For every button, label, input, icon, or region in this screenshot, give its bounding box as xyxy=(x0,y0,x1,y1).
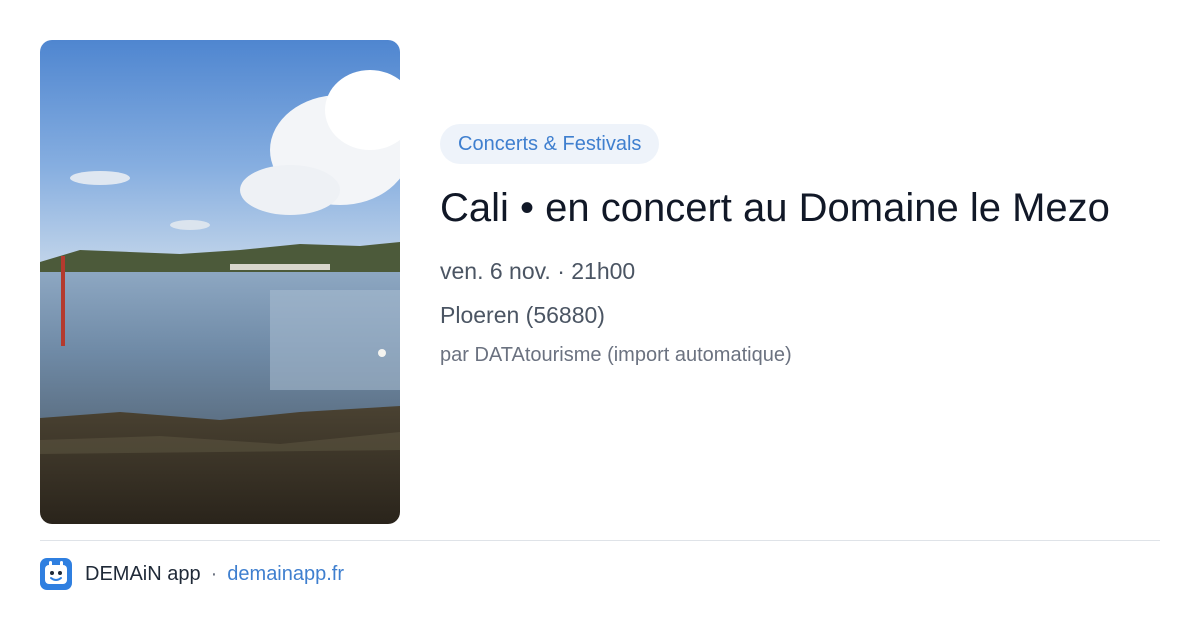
event-datetime: ven. 6 nov. · 21h00 xyxy=(440,258,636,284)
event-title[interactable]: Cali • en concert au Domaine le Mezo xyxy=(440,182,1160,235)
footer: DEMAiN app · demainapp.fr xyxy=(40,558,344,590)
category-badge[interactable]: Concerts & Festivals xyxy=(440,124,660,164)
demain-app-icon xyxy=(40,558,72,590)
event-location: Ploeren (56880) xyxy=(440,302,605,328)
event-preview-card[interactable]: Concerts & Festivals Cali • en concert a… xyxy=(0,0,1200,630)
event-source: par DATAtourisme (import automatique) xyxy=(440,344,792,366)
app-website-link[interactable]: demainapp.fr xyxy=(227,563,344,586)
footer-separator: · xyxy=(210,562,218,585)
footer-divider xyxy=(40,540,1160,541)
app-name: DEMAiN app xyxy=(85,562,201,585)
event-photo xyxy=(40,40,400,524)
event-details: Concerts & Festivals Cali • en concert a… xyxy=(440,124,1160,369)
